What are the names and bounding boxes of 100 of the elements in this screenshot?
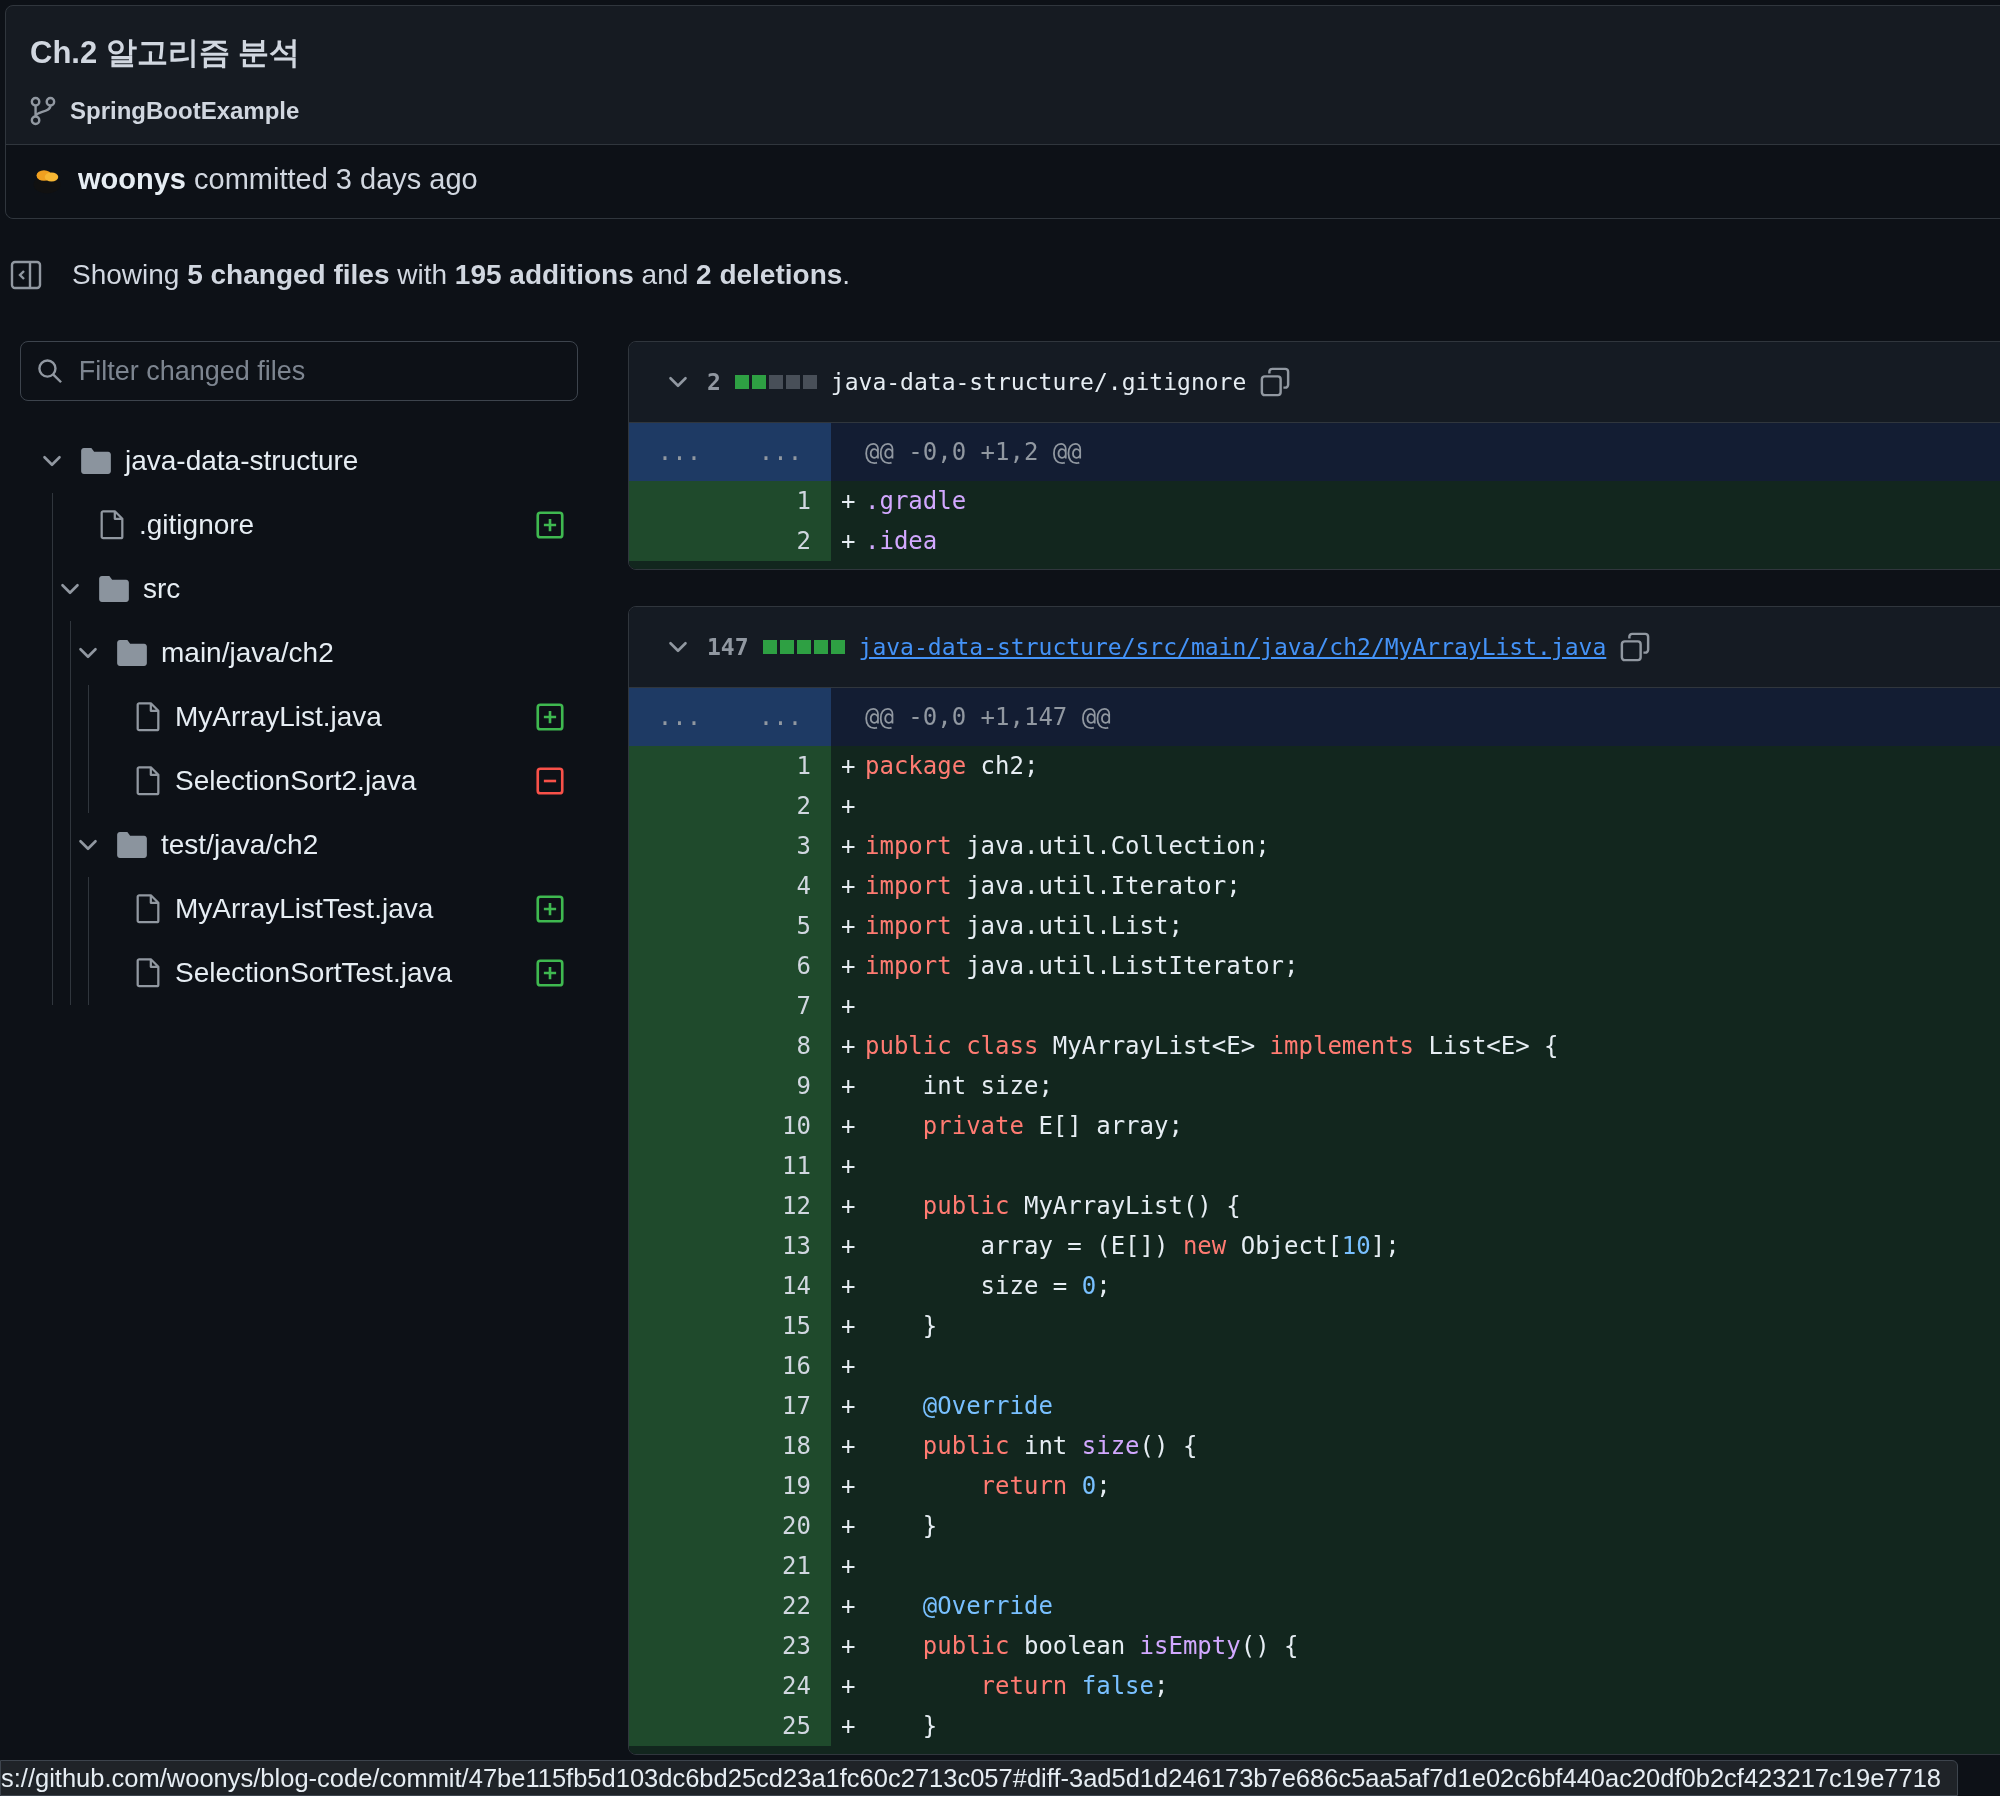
sidebar-toggle-icon[interactable] <box>10 259 42 291</box>
line-number: 16 <box>629 1346 831 1386</box>
commit-byline: woonys committed 3 days ago <box>78 163 478 196</box>
code-line: import java.util.List; <box>865 912 1183 940</box>
diff-sign: + <box>841 1352 857 1380</box>
folder-name[interactable]: java-data-structure <box>125 445 564 477</box>
diff-sign: + <box>841 1432 857 1460</box>
diff-sign: + <box>841 952 857 980</box>
code-line: } <box>921 1512 938 1540</box>
line-number: 22 <box>629 1586 831 1626</box>
line-number: 20 <box>629 1506 831 1546</box>
file-name[interactable]: SelectionSortTest.java <box>175 957 522 989</box>
copy-icon[interactable] <box>1620 632 1651 662</box>
line-number: 2 <box>629 786 831 826</box>
line-number: 18 <box>629 1426 831 1466</box>
line-number: 6 <box>629 946 831 986</box>
line-number: 5 <box>629 906 831 946</box>
diff-sign: + <box>841 1192 857 1220</box>
change-count: 2 <box>707 369 721 395</box>
folder-icon <box>99 576 129 602</box>
file-name[interactable]: .gitignore <box>139 509 522 541</box>
code-line: size = 0; <box>979 1272 1111 1300</box>
line-number: 9 <box>629 1066 831 1106</box>
expand-marker[interactable]: ... <box>647 438 712 466</box>
code-line: } <box>921 1712 938 1740</box>
folder-icon <box>117 640 147 666</box>
code-line: private E[] array; <box>921 1112 1183 1140</box>
expand-marker[interactable]: ... <box>647 703 712 731</box>
diff-sign: + <box>841 1152 857 1180</box>
expand-marker[interactable]: ... <box>748 438 813 466</box>
line-number: 12 <box>629 1186 831 1226</box>
line-number: 25 <box>629 1706 831 1746</box>
code-line: import java.util.ListIterator; <box>865 952 1299 980</box>
code-line: @Override <box>921 1592 1053 1620</box>
diff-sign: + <box>841 1312 857 1340</box>
code-line: import java.util.Collection; <box>865 832 1270 860</box>
code-line: public boolean isEmpty() { <box>921 1632 1299 1660</box>
line-number: 11 <box>629 1146 831 1186</box>
diff-sign: + <box>841 1072 857 1100</box>
line-number: 10 <box>629 1106 831 1146</box>
file-path-link[interactable]: java-data-structure/src/main/java/ch2/MyArrayList.java <box>858 634 1607 660</box>
code-line: return false; <box>979 1672 1169 1700</box>
diff-sign: + <box>841 1112 857 1140</box>
search-icon <box>37 357 63 385</box>
line-number: 4 <box>629 866 831 906</box>
line-number: 1 <box>629 481 831 521</box>
file-path: java-data-structure/.gitignore <box>830 369 1247 395</box>
code-line: return 0; <box>979 1472 1111 1500</box>
copy-icon[interactable] <box>1260 367 1291 397</box>
line-number: 13 <box>629 1226 831 1266</box>
diff-sign: + <box>841 1272 857 1300</box>
diff-sign: + <box>841 912 857 940</box>
line-number: 17 <box>629 1386 831 1426</box>
expand-marker[interactable]: ... <box>748 703 813 731</box>
folder-name[interactable]: main/java/ch2 <box>161 637 564 669</box>
change-count: 147 <box>707 634 749 660</box>
hunk-text: @@ -0,0 +1,147 @@ <box>864 703 1111 731</box>
diff-sign: + <box>841 832 857 860</box>
code-line: int size; <box>921 1072 1053 1100</box>
diff-sign: + <box>841 1552 857 1580</box>
hunk-text: @@ -0,0 +1,2 @@ <box>864 438 1082 466</box>
file-name[interactable]: SelectionSort2.java <box>175 765 522 797</box>
diff-summary: Showing 5 changed files with 195 additions and 2 deletions. <box>72 259 851 291</box>
file-name[interactable]: MyArrayList.java <box>175 701 522 733</box>
line-number: 24 <box>629 1666 831 1706</box>
file-icon <box>135 958 161 988</box>
folder-name[interactable]: src <box>143 573 564 605</box>
filter-field[interactable]: Filter changed files <box>76 354 561 388</box>
file-icon <box>99 510 125 540</box>
line-number: 23 <box>629 1626 831 1666</box>
diff-sign: + <box>841 992 857 1020</box>
diff-sign: + <box>841 1472 857 1500</box>
file-icon <box>135 766 161 796</box>
line-number: 19 <box>629 1466 831 1506</box>
folder-name[interactable]: test/java/ch2 <box>161 829 564 861</box>
diff-sign: + <box>841 1392 857 1420</box>
file-name[interactable]: MyArrayListTest.java <box>175 893 522 925</box>
diff-sign: + <box>841 1512 857 1540</box>
branch-name[interactable]: SpringBootExample <box>70 97 300 125</box>
filter-bar[interactable]: Filter changed files <box>20 341 578 401</box>
code-line: public int size() { <box>921 1432 1198 1460</box>
diff-sign: + <box>841 1712 857 1740</box>
line-number: 3 <box>629 826 831 866</box>
diff-sign: + <box>841 487 857 515</box>
line-number: 7 <box>629 986 831 1026</box>
diff-sign: + <box>841 1232 857 1260</box>
line-number: 15 <box>629 1306 831 1346</box>
diff-sign: + <box>841 1672 857 1700</box>
diff-sign: + <box>841 872 857 900</box>
diff-sign: + <box>841 1032 857 1060</box>
code-line: public MyArrayList() { <box>921 1192 1241 1220</box>
line-number: 1 <box>629 746 831 786</box>
code-line: } <box>921 1312 938 1340</box>
code-line: array = (E[]) new Object[10]; <box>979 1232 1400 1260</box>
line-number: 14 <box>629 1266 831 1306</box>
status-url: s://github.com/woonys/blog-code/commit/47be115fb5d103dc6bd25cd23a1fc60c2713c057#diff-3ad5d1d246173b7e686c5aa5af7d1e02c6bf440ac20df0b2cf423217c19e7718 <box>0 1760 1959 1796</box>
diff-sign: + <box>841 1592 857 1620</box>
commit-title: Ch.2 알고리즘 분석 <box>30 34 302 72</box>
code-line: .idea <box>865 527 938 555</box>
code-line: @Override <box>921 1392 1053 1420</box>
